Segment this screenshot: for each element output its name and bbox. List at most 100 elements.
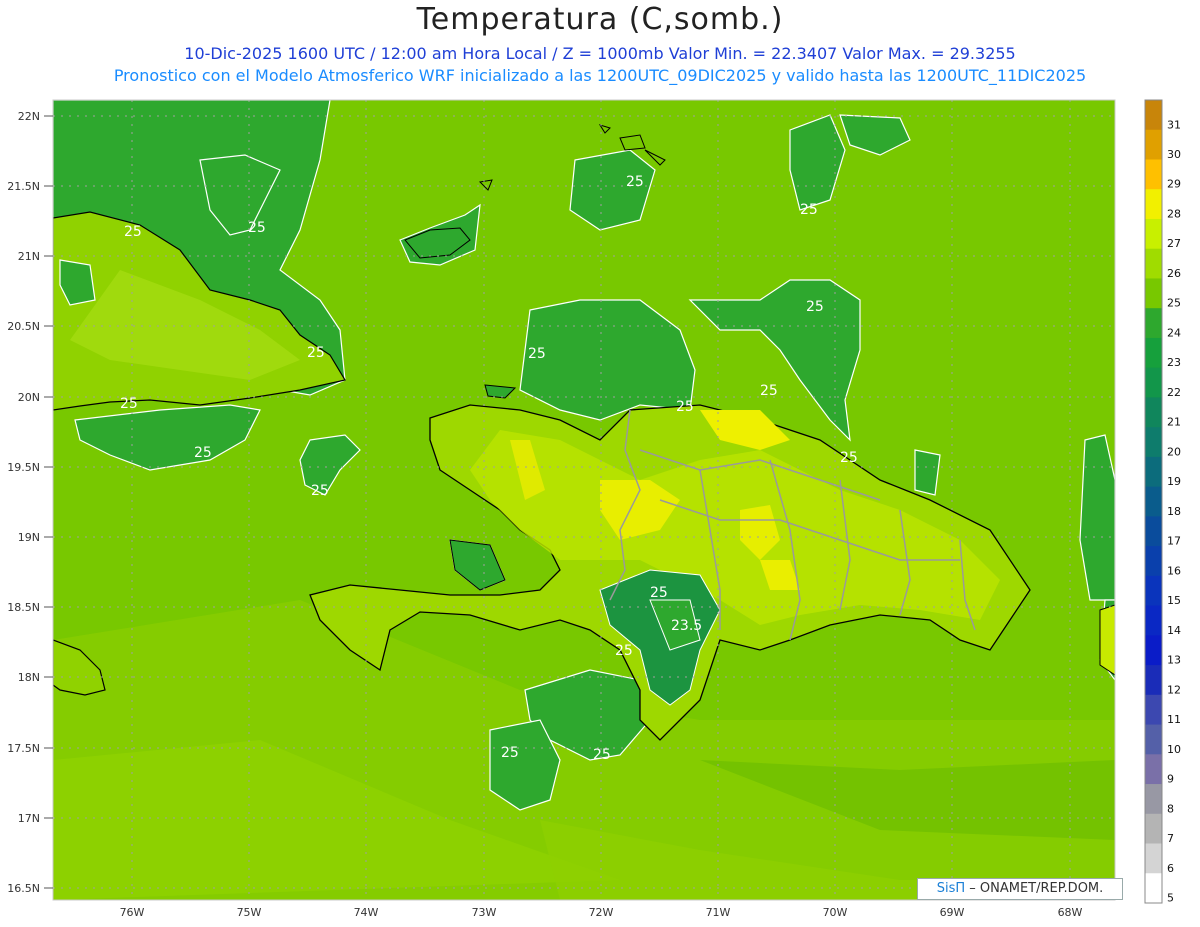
contour-label: 25: [307, 345, 325, 361]
colorbar-swatch: [1145, 278, 1162, 309]
colorbar-swatch: [1145, 189, 1162, 220]
contour-label: 25: [615, 643, 633, 659]
colorbar-label: 29: [1167, 178, 1181, 191]
lon-label: 69W: [940, 906, 965, 919]
map-plot-area: 25 25 25 25 25 25 25 25 25 25 25 25 25 2…: [53, 100, 1115, 900]
colorbar-swatch: [1145, 784, 1162, 815]
colorbar-label: 16: [1167, 564, 1181, 577]
colorbar-label: 12: [1167, 683, 1181, 696]
colorbar-swatch: [1145, 516, 1162, 547]
temperature-map: 25 25 25 25 25 25 25 25 25 25 25 25 25 2…: [7, 99, 1181, 919]
colorbar-label: 19: [1167, 475, 1181, 488]
colorbar-label: 24: [1167, 326, 1181, 339]
lat-label: 19.5N: [7, 461, 40, 474]
contour-label: 25: [806, 299, 824, 315]
colorbar-swatch: [1145, 397, 1162, 428]
lat-label: 18N: [18, 671, 40, 684]
colorbar-swatch: [1145, 100, 1162, 131]
colorbar-swatch: [1145, 248, 1162, 279]
colorbar-label: 28: [1167, 207, 1181, 220]
lat-label: 19N: [18, 531, 40, 544]
lon-label: 72W: [589, 906, 614, 919]
contour-label: 23.5: [671, 618, 702, 634]
lat-label: 21.5N: [7, 180, 40, 193]
contour-label: 25: [800, 202, 818, 218]
contour-label: 25: [593, 747, 611, 763]
lon-label: 68W: [1058, 906, 1083, 919]
contour-label: 25: [124, 224, 142, 240]
colorbar-label: 7: [1167, 832, 1174, 845]
colorbar-swatch: [1145, 159, 1162, 190]
colorbar-label: 20: [1167, 445, 1181, 458]
latitude-ticks: [44, 115, 53, 889]
colorbar-label: 31: [1167, 118, 1181, 131]
colorbar-swatch: [1145, 605, 1162, 636]
colorbar-swatch: [1145, 873, 1162, 904]
colorbar-label: 22: [1167, 386, 1181, 399]
lon-label: 75W: [237, 906, 262, 919]
colorbar-swatch: [1145, 635, 1162, 666]
contour-label: 25: [528, 346, 546, 362]
colorbar-swatch: [1145, 427, 1162, 458]
colorbar-label: 30: [1167, 148, 1181, 161]
colorbar-label: 17: [1167, 535, 1181, 548]
lon-label: 73W: [472, 906, 497, 919]
lat-label: 20.5N: [7, 320, 40, 333]
colorbar-swatch: [1145, 129, 1162, 160]
colorbar-label: 6: [1167, 862, 1174, 875]
colorbar-swatch: [1145, 575, 1162, 607]
sisn-logo: SisΠ: [936, 881, 966, 896]
lon-label: 71W: [706, 906, 731, 919]
lon-label: 74W: [354, 906, 379, 919]
longitude-axis: 76W 75W 74W 73W 72W 71W 70W 69W 68W: [120, 906, 1083, 919]
lon-label: 76W: [120, 906, 145, 919]
colorbar-swatch: [1145, 337, 1162, 369]
colorbar-swatch: [1145, 486, 1162, 517]
colorbar-swatch: [1145, 694, 1162, 726]
colorbar-label: 21: [1167, 416, 1181, 429]
contour-label: 25: [626, 174, 644, 190]
colorbar-swatch: [1145, 754, 1162, 785]
contour-label: 25: [194, 445, 212, 461]
contour-label: 25: [676, 399, 694, 415]
colorbar-label: 15: [1167, 594, 1181, 607]
credit-text: – ONAMET/REP.DOM.: [965, 881, 1104, 896]
colorbar-label: 9: [1167, 773, 1174, 786]
puerto-rico-edge: [1099, 604, 1115, 676]
colorbar-label: 8: [1167, 802, 1174, 815]
colorbar-swatch: [1145, 367, 1162, 398]
lat-label: 20N: [18, 391, 40, 404]
colorbar-swatch: [1145, 456, 1162, 488]
colorbar-swatch: [1145, 813, 1162, 845]
contour-label: 25: [120, 396, 138, 412]
colorbar-label: 10: [1167, 743, 1181, 756]
colorbar-swatch: [1145, 724, 1162, 755]
colorbar-label: 11: [1167, 713, 1181, 726]
latitude-axis: 22N 21.5N 21N 20.5N 20N 19.5N 19N 18.5N …: [7, 110, 40, 895]
lat-label: 17.5N: [7, 742, 40, 755]
contour-label: 25: [501, 745, 519, 761]
colorbar-label: 13: [1167, 654, 1181, 667]
colorbar-label: 26: [1167, 267, 1181, 280]
lat-label: 21N: [18, 250, 40, 263]
contour-label: 25: [311, 483, 329, 499]
lat-label: 18.5N: [7, 601, 40, 614]
contour-label: 25: [760, 383, 778, 399]
lat-label: 16.5N: [7, 882, 40, 895]
colorbar-label: 14: [1167, 624, 1181, 637]
colorbar-swatch: [1145, 665, 1162, 696]
contour-label: 25: [840, 450, 858, 466]
colorbar-swatch: [1145, 546, 1162, 577]
colorbar-label: 5: [1167, 892, 1174, 905]
contour-label: 25: [248, 220, 266, 236]
credit-box: SisΠ – ONAMET/REP.DOM.: [917, 878, 1123, 900]
colorbar-label: 27: [1167, 237, 1181, 250]
temperature-colorbar: 31 30 29 28 27 26 25 24 23 22 21 20 19 18 17 16 15 14 13 12…: [1144, 99, 1181, 905]
colorbar-swatch: [1145, 843, 1162, 874]
colorbar-swatch: [1145, 218, 1162, 250]
colorbar-swatch: [1145, 308, 1162, 339]
lon-label: 70W: [823, 906, 848, 919]
contour-label: 25: [650, 585, 668, 601]
colorbar-label: 25: [1167, 297, 1181, 310]
colorbar-label: 23: [1167, 356, 1181, 369]
